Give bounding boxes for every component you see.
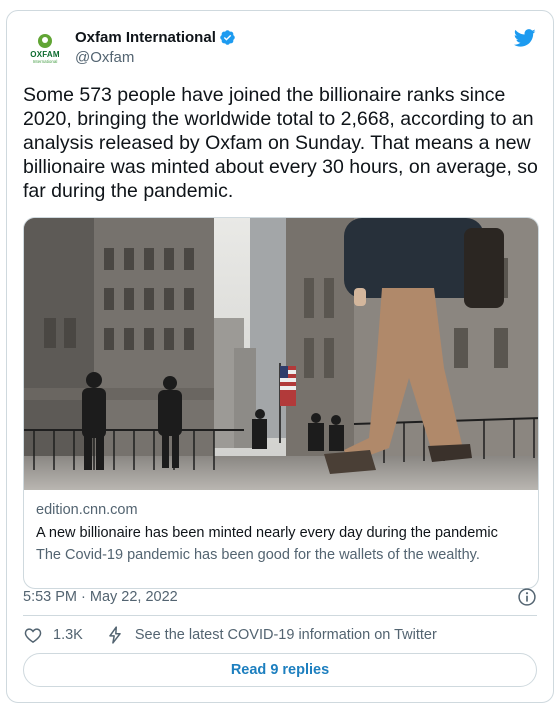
link-meta[interactable]: edition.cnn.com A new billionaire has be… [36,498,526,566]
tweet-header: OXFAM International Oxfam International … [23,27,537,71]
account-name[interactable]: Oxfam International [75,29,216,46]
bolt-icon [109,626,121,644]
account-name-row[interactable]: Oxfam International [75,29,236,46]
actions-row: 1.3K See the latest COVID-19 information… [23,623,537,647]
info-icon[interactable] [517,587,537,607]
twitter-bird-icon[interactable] [513,27,537,49]
tweet-text: Some 573 people have joined the billiona… [23,84,538,202]
heart-icon [24,628,42,643]
like-button[interactable]: 1.3K [23,625,83,645]
avatar-brand: OXFAM [30,50,60,59]
link-preview-card[interactable]: edition.cnn.com A new billionaire has be… [23,217,539,589]
street-photo-illustration [24,218,538,490]
tweet-timestamp[interactable]: 5:53 PM · May 22, 2022 [23,589,178,605]
like-count: 1.3K [53,627,83,643]
divider [23,615,537,616]
avatar[interactable]: OXFAM International [23,27,67,71]
link-preview-image[interactable] [24,218,538,490]
timestamp-row: 5:53 PM · May 22, 2022 [23,585,537,609]
oxfam-logo-icon [38,34,52,48]
covid-info-link[interactable]: See the latest COVID-19 information on T… [105,625,437,645]
link-title[interactable]: A new billionaire has been minted nearly… [36,522,526,544]
link-domain: edition.cnn.com [36,502,138,518]
link-description: The Covid-19 pandemic has been good for … [36,547,480,563]
verified-badge-icon [220,30,235,45]
read-replies-button[interactable]: Read 9 replies [23,653,537,687]
tweet-card: OXFAM International Oxfam International … [6,10,554,703]
avatar-sub: International [32,59,58,64]
covid-info-label: See the latest COVID-19 information on T… [134,627,437,643]
account-handle[interactable]: @Oxfam [75,49,134,66]
